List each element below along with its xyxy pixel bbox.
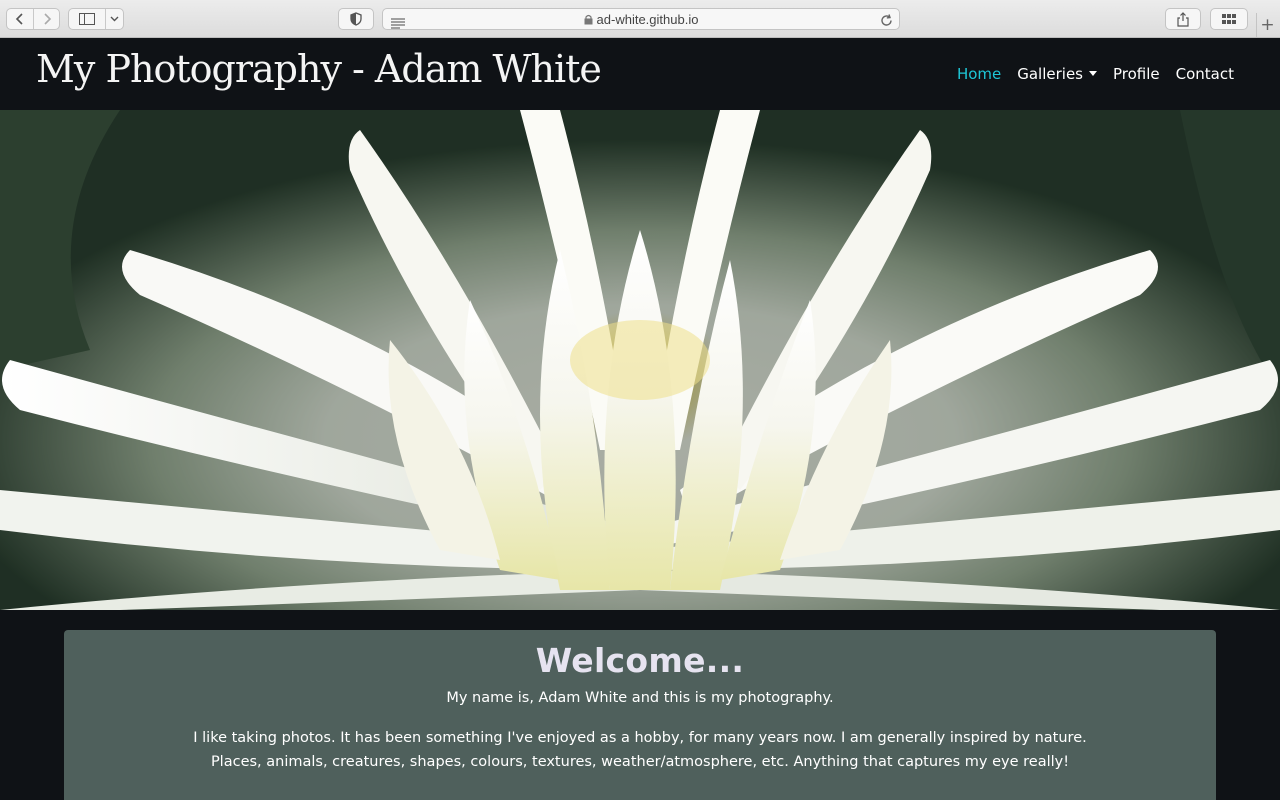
- nav-galleries-dropdown[interactable]: Galleries: [1017, 65, 1097, 83]
- address-bar[interactable]: ad-white.github.io: [382, 8, 900, 30]
- chevron-down-icon: [110, 16, 119, 22]
- main-content: Welcome... My name is, Adam White and th…: [0, 610, 1280, 800]
- plus-icon: +: [1260, 15, 1275, 35]
- nav-contact-link[interactable]: Contact: [1176, 65, 1234, 83]
- site-title[interactable]: My Photography - Adam White: [36, 47, 602, 91]
- tab-overview-button[interactable]: [1210, 8, 1248, 30]
- url-display[interactable]: ad-white.github.io: [383, 12, 899, 28]
- history-nav: [6, 8, 60, 30]
- nav-profile-link[interactable]: Profile: [1113, 65, 1160, 83]
- reload-icon[interactable]: [880, 12, 893, 31]
- chevron-right-icon: [43, 13, 51, 25]
- welcome-intro-text: My name is, Adam White and this is my ph…: [446, 690, 834, 706]
- privacy-report-button[interactable]: [338, 8, 374, 30]
- lock-icon: [584, 13, 593, 28]
- caret-down-icon: [1089, 71, 1097, 76]
- new-tab-button[interactable]: +: [1256, 13, 1278, 37]
- tab-overview-icon: [1222, 14, 1236, 24]
- nav-galleries-label: Galleries: [1017, 65, 1083, 83]
- nav-home-link[interactable]: Home: [957, 65, 1001, 83]
- welcome-paragraph: I like taking photos. It has been someth…: [193, 730, 1087, 770]
- share-icon: [1177, 11, 1189, 27]
- welcome-card: Welcome... My name is, Adam White and th…: [64, 630, 1216, 800]
- sidebar-icon: [79, 13, 95, 25]
- hero-flower-image: [0, 110, 1280, 610]
- forward-button[interactable]: [33, 9, 59, 29]
- share-button[interactable]: [1165, 8, 1201, 30]
- main-nav: Home Galleries Profile Contact: [957, 65, 1234, 83]
- sidebar-toggle-button[interactable]: [68, 8, 124, 30]
- site-header: My Photography - Adam White Home Galleri…: [0, 38, 1280, 110]
- sidebar-menu-button[interactable]: [105, 9, 123, 29]
- shield-icon: [350, 12, 362, 26]
- browser-toolbar: ad-white.github.io +: [0, 0, 1280, 38]
- back-button[interactable]: [7, 9, 33, 29]
- chevron-left-icon: [15, 13, 23, 25]
- welcome-heading: Welcome...: [535, 641, 745, 680]
- url-text: ad-white.github.io: [596, 12, 699, 27]
- flower-illustration: [0, 110, 1280, 610]
